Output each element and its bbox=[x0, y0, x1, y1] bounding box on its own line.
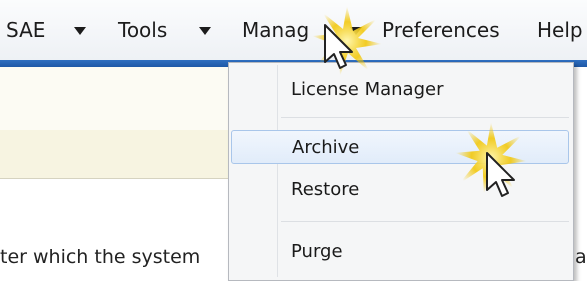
menu-sae[interactable]: SAE bbox=[6, 0, 45, 60]
menu-item-label: Archive bbox=[292, 137, 360, 158]
menu-item-purge[interactable]: Purge bbox=[229, 235, 573, 269]
mouse-cursor-icon bbox=[486, 152, 515, 197]
menu-tools[interactable]: Tools bbox=[118, 0, 167, 60]
tools-caret-icon[interactable] bbox=[199, 27, 211, 35]
mouse-cursor-icon bbox=[324, 24, 353, 69]
menu-bar: SAE Tools Manag Preferences Help bbox=[0, 0, 587, 61]
content-row-2 bbox=[0, 130, 230, 178]
menu-manage[interactable]: Manag bbox=[242, 0, 309, 60]
menu-separator bbox=[281, 221, 569, 222]
menu-separator bbox=[281, 117, 569, 118]
content-divider-2 bbox=[0, 178, 230, 179]
menu-item-license-manager[interactable]: License Manager bbox=[229, 73, 573, 107]
menu-item-label: Restore bbox=[291, 179, 360, 200]
content-row-1 bbox=[0, 67, 230, 130]
content-text: ter which the system bbox=[0, 246, 201, 268]
menu-item-label: Purge bbox=[291, 241, 343, 262]
menu-preferences[interactable]: Preferences bbox=[382, 0, 500, 60]
sae-caret-icon[interactable] bbox=[74, 27, 86, 35]
menu-help[interactable]: Help bbox=[537, 0, 583, 60]
menu-item-label: License Manager bbox=[291, 79, 444, 100]
content-right-fragment: a bbox=[575, 246, 587, 268]
